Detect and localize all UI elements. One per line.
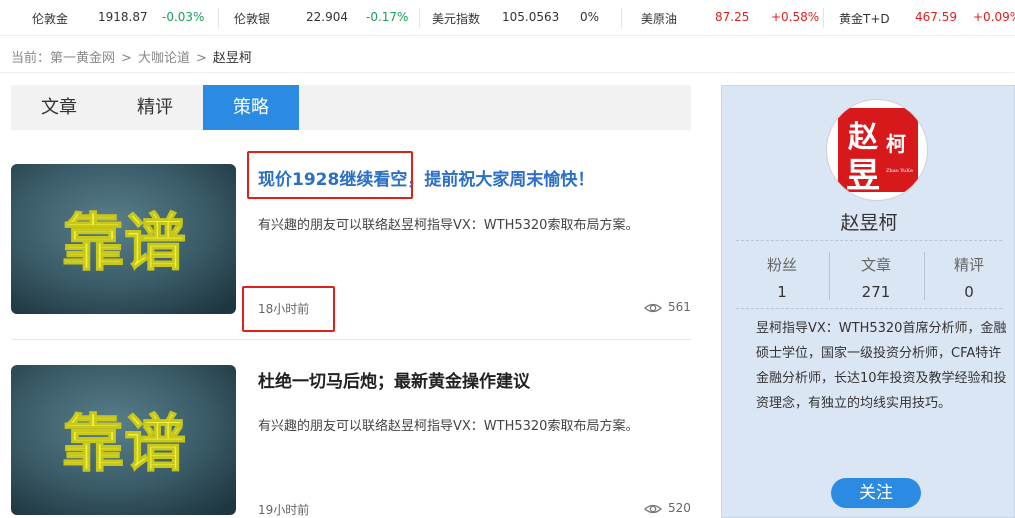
- seal-subtext: Zhao YuKe: [886, 168, 913, 174]
- article-thumbnail[interactable]: 靠谱: [11, 365, 236, 515]
- avatar[interactable]: 赵 柯 昱 Zhao YuKe: [826, 99, 928, 201]
- article-thumbnail[interactable]: 靠谱: [11, 164, 236, 314]
- author-name: 赵昱柯: [840, 212, 898, 234]
- breadcrumb-prefix: 当前：: [11, 51, 51, 66]
- eye-icon: [644, 504, 662, 514]
- stat-label: 粉丝: [766, 256, 797, 274]
- article-title[interactable]: 杜绝一切马后炮；最新黄金操作建议: [258, 367, 530, 392]
- ticker-price: 105.0563: [502, 10, 560, 24]
- ticker-name[interactable]: 黄金T+D: [839, 10, 890, 27]
- thumbnail-image: 靠谱: [11, 365, 236, 515]
- ticker-divider: [621, 8, 622, 28]
- author-bio: 昱柯指导VX：WTH5320首席分析师，金融硕士学位，国家一级投资分析师，CFA…: [756, 321, 1007, 411]
- article-divider: [11, 339, 691, 340]
- dashed-divider: [736, 308, 1002, 309]
- article-views: 561: [644, 300, 691, 314]
- article-title[interactable]: 现价1928继续看空，提前祝大家周末愉快！: [258, 165, 594, 190]
- stat-articles[interactable]: 文章 271: [828, 254, 924, 301]
- ticker-change: -0.03%: [162, 10, 205, 24]
- ticker-price: 22.904: [306, 10, 348, 24]
- eye-icon: [644, 303, 662, 313]
- stat-value: 1: [777, 283, 787, 301]
- article-time: 19小时前: [258, 503, 310, 517]
- ticker-name[interactable]: 伦敦金: [32, 10, 68, 27]
- seal-char: 柯: [886, 132, 906, 156]
- ticker-divider: [823, 8, 824, 28]
- thumbnail-image: 靠谱: [11, 164, 236, 314]
- content-tabs: 文章 精评 策略: [11, 85, 691, 130]
- breadcrumb-separator: >: [195, 51, 207, 66]
- breadcrumb-separator: >: [121, 51, 132, 66]
- stat-label: 精评: [953, 256, 984, 274]
- ticker-change: +0.09%: [973, 10, 1015, 24]
- tab-reviews[interactable]: 精评: [107, 85, 203, 130]
- article-summary: 有兴趣的朋友可以联络赵昱柯指导VX：WTH5320索取布局方案。: [258, 419, 639, 434]
- stat-fans[interactable]: 粉丝 1: [734, 254, 830, 301]
- view-count: 561: [668, 300, 691, 314]
- ticker-divider: [419, 8, 420, 28]
- ticker-name[interactable]: 美原油: [641, 10, 677, 27]
- stat-value: 271: [861, 283, 891, 301]
- ticker-name[interactable]: 伦敦银: [234, 10, 270, 27]
- article-time: 18小时前: [258, 302, 310, 316]
- dashed-divider: [736, 240, 1002, 241]
- breadcrumb-link-column[interactable]: 大咖论道: [138, 51, 190, 66]
- article-views: 520: [644, 501, 691, 515]
- stat-value: 0: [964, 283, 974, 301]
- seal-logo: 赵 柯 昱 Zhao YuKe: [838, 108, 918, 196]
- follow-button[interactable]: 关注: [831, 478, 921, 508]
- ticker-price: 87.25: [715, 10, 750, 24]
- ticker-name[interactable]: 美元指数: [432, 10, 480, 27]
- breadcrumb-divider: [0, 72, 1015, 73]
- article-summary: 有兴趣的朋友可以联络赵昱柯指导VX：WTH5320索取布局方案。: [258, 218, 639, 233]
- tab-strategy[interactable]: 策略: [203, 85, 299, 130]
- ticker-price: 467.59: [915, 10, 957, 24]
- market-ticker: 伦敦金 1918.87 -0.03% 伦敦银 22.904 -0.17% 美元指…: [0, 0, 1015, 36]
- ticker-price: 1918.87: [98, 10, 148, 24]
- breadcrumb: 当前：第一黄金网 > 大咖论道 > 赵昱柯: [11, 47, 252, 66]
- seal-char: 昱: [846, 156, 880, 196]
- view-count: 520: [668, 501, 691, 515]
- ticker-change: -0.17%: [366, 10, 409, 24]
- stat-label: 文章: [860, 256, 891, 274]
- breadcrumb-link-home[interactable]: 第一黄金网: [50, 51, 115, 66]
- author-profile-card: 赵 柯 昱 Zhao YuKe 赵昱柯 粉丝 1 文章 271 精评 0 昱柯指…: [721, 85, 1015, 518]
- ticker-divider: [218, 8, 219, 28]
- thumbnail-text: 靠谱: [62, 407, 186, 480]
- ticker-change: +0.58%: [771, 10, 820, 24]
- stat-reviews[interactable]: 精评 0: [921, 254, 1015, 301]
- thumbnail-text: 靠谱: [62, 206, 186, 279]
- ticker-change: 0%: [580, 10, 600, 24]
- breadcrumb-current: 赵昱柯: [212, 51, 252, 66]
- tab-articles[interactable]: 文章: [11, 85, 107, 130]
